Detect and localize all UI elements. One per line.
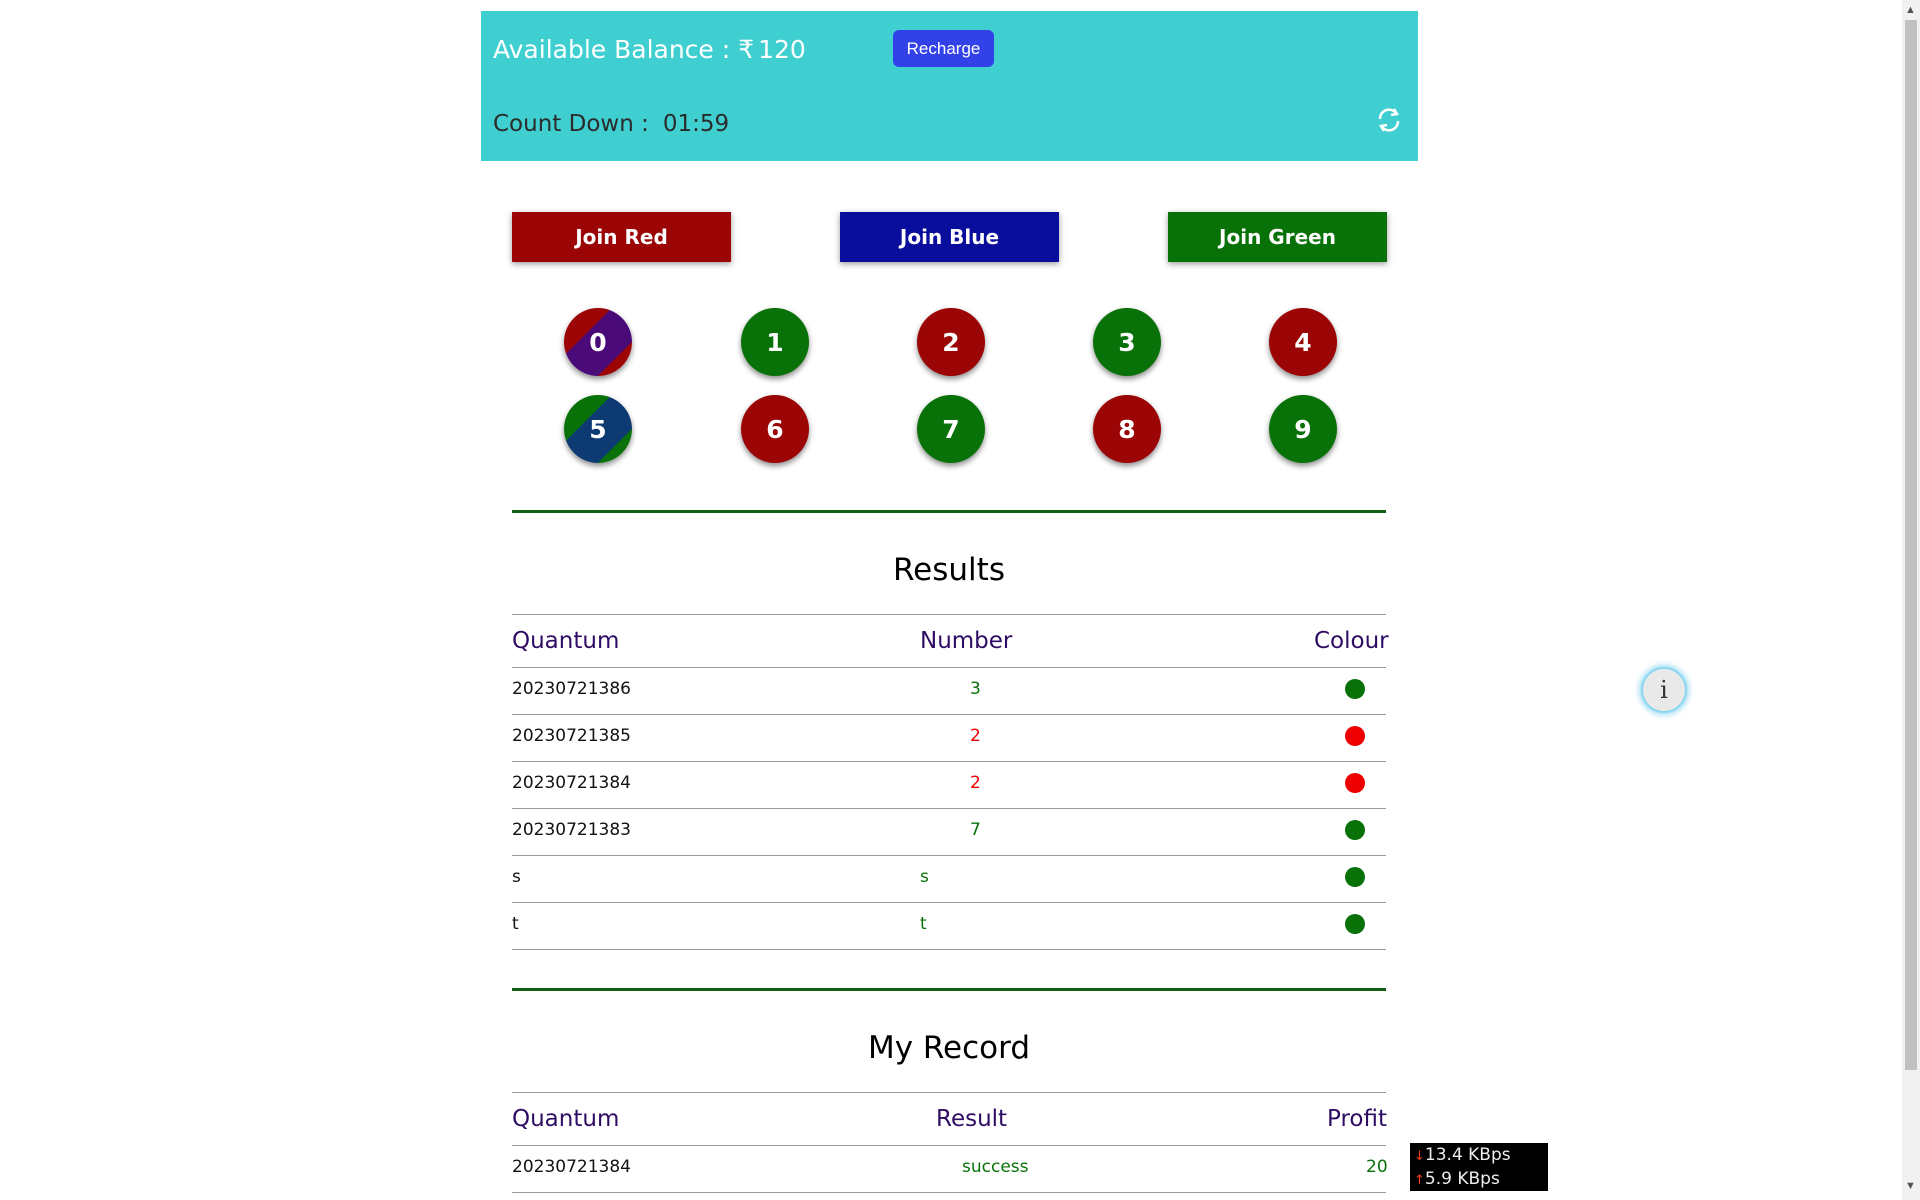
result-quantum: 20230721383	[512, 820, 631, 840]
section-divider	[512, 510, 1386, 513]
record-profit: 20	[1366, 1157, 1388, 1177]
join-red-button[interactable]: Join Red	[512, 212, 731, 262]
net-down: ↓13.4 KBps	[1414, 1144, 1544, 1168]
result-quantum: s	[512, 867, 521, 887]
scroll-down-icon[interactable]: ▼	[1905, 1180, 1916, 1192]
colour-dot	[1345, 679, 1365, 699]
table-header-rule	[512, 667, 1386, 668]
result-quantum: t	[512, 914, 519, 934]
colour-dot	[1345, 773, 1365, 793]
result-quantum: 20230721384	[512, 773, 631, 793]
table-row-rule	[512, 714, 1386, 715]
info-icon[interactable]: i	[1641, 667, 1687, 713]
result-number: t	[920, 914, 927, 934]
colour-dot	[1345, 867, 1365, 887]
countdown-label: Count Down :	[493, 111, 649, 137]
record-header-result: Result	[936, 1106, 1008, 1132]
number-ball-0[interactable]: 0	[564, 308, 632, 376]
table-row-rule	[512, 808, 1386, 809]
refresh-icon[interactable]	[1374, 105, 1404, 135]
countdown: Count Down : 01:59	[493, 111, 729, 137]
table-row-rule	[512, 949, 1386, 950]
my-record-title: My Record	[867, 1030, 1031, 1066]
result-number: 2	[970, 773, 981, 793]
record-header-quantum: Quantum	[512, 1106, 620, 1132]
result-quantum: 20230721386	[512, 679, 631, 699]
net-up: ↑5.9 KBps	[1414, 1168, 1544, 1192]
scroll-up-icon[interactable]: ▲	[1905, 4, 1916, 16]
table-header-rule	[512, 1145, 1386, 1146]
number-ball-8[interactable]: 8	[1093, 395, 1161, 463]
table-row-rule	[512, 855, 1386, 856]
number-ball-5[interactable]: 5	[564, 395, 632, 463]
section-divider	[512, 988, 1386, 991]
table-top-rule	[512, 614, 1386, 615]
scrollbar-thumb[interactable]	[1905, 20, 1917, 1070]
net-up-value: 5.9 KBps	[1424, 1169, 1500, 1189]
colour-dot	[1345, 914, 1365, 934]
results-header-quantum: Quantum	[512, 628, 620, 654]
table-row-rule	[512, 1192, 1386, 1193]
available-balance: Available Balance : ₹120	[493, 35, 806, 64]
balance-value: 120	[758, 35, 806, 64]
number-ball-3[interactable]: 3	[1093, 308, 1161, 376]
number-ball-4[interactable]: 4	[1269, 308, 1337, 376]
results-header-number: Number	[920, 628, 1013, 654]
record-quantum: 20230721384	[512, 1157, 631, 1177]
number-ball-7[interactable]: 7	[917, 395, 985, 463]
number-ball-1[interactable]: 1	[741, 308, 809, 376]
balance-currency: ₹	[738, 35, 755, 64]
colour-dot	[1345, 726, 1365, 746]
page: Available Balance : ₹120 Recharge Count D…	[0, 0, 1920, 1200]
result-number: 7	[970, 820, 981, 840]
join-blue-button[interactable]: Join Blue	[840, 212, 1059, 262]
table-top-rule	[512, 1092, 1386, 1093]
record-header-profit: Profit	[1327, 1106, 1387, 1132]
join-green-button[interactable]: Join Green	[1168, 212, 1387, 262]
results-header-colour: Colour	[1314, 628, 1389, 654]
net-down-value: 13.4 KBps	[1424, 1145, 1511, 1165]
result-quantum: 20230721385	[512, 726, 631, 746]
number-ball-9[interactable]: 9	[1269, 395, 1337, 463]
table-row-rule	[512, 761, 1386, 762]
recharge-button[interactable]: Recharge	[893, 30, 994, 67]
results-title: Results	[893, 552, 1005, 588]
number-ball-2[interactable]: 2	[917, 308, 985, 376]
balance-panel: Available Balance : ₹120 Recharge Count D…	[481, 11, 1418, 161]
network-monitor: ↓13.4 KBps ↑5.9 KBps	[1410, 1143, 1548, 1191]
countdown-time: 01:59	[662, 111, 730, 137]
result-number: 3	[970, 679, 981, 699]
table-row-rule	[512, 902, 1386, 903]
balance-label: Available Balance :	[493, 35, 731, 64]
up-arrow-icon: ↑	[1414, 1173, 1425, 1188]
down-arrow-icon: ↓	[1414, 1149, 1425, 1164]
result-number: s	[920, 867, 929, 887]
result-number: 2	[970, 726, 981, 746]
colour-dot	[1345, 820, 1365, 840]
record-result: success	[962, 1157, 1029, 1177]
number-ball-6[interactable]: 6	[741, 395, 809, 463]
